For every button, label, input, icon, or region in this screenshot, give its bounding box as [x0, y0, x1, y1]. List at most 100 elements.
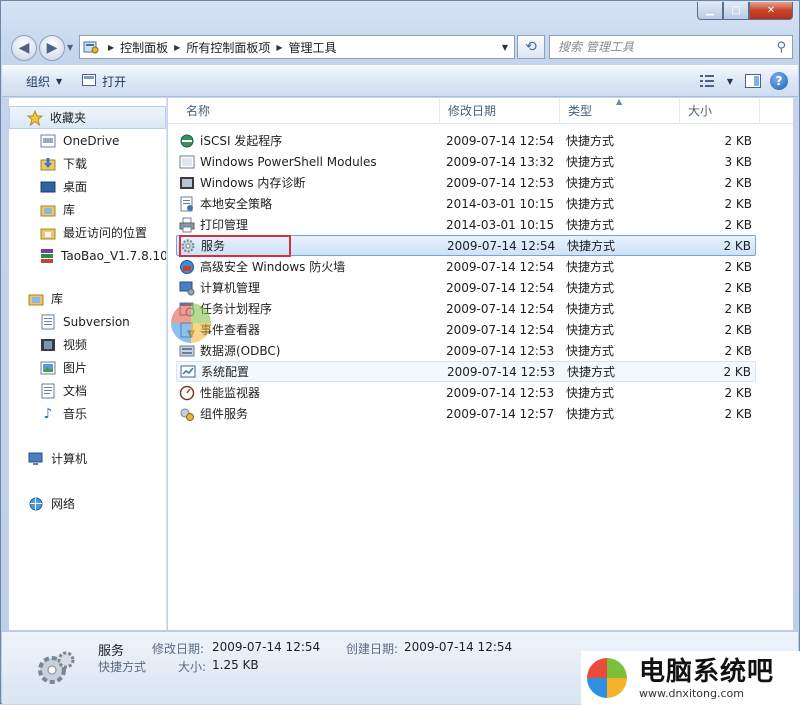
- column-header: 名称 修改日期 类型 大小 ▲: [168, 98, 793, 124]
- table-row[interactable]: 系统配置 2009-07-14 12:53 快捷方式 2 KB: [176, 361, 756, 382]
- nav-item-libraries[interactable]: 库: [9, 198, 166, 221]
- maximize-button[interactable]: □: [723, 2, 749, 20]
- file-date: 2009-07-14 12:53: [447, 364, 556, 379]
- table-row[interactable]: 高级安全 Windows 防火墙 2009-07-14 12:54 快捷方式 2…: [176, 256, 756, 277]
- sort-arrow-icon: ▲: [616, 98, 623, 106]
- toolbar-right: ▼ ?: [696, 70, 798, 92]
- file-name: 高级安全 Windows 防火墙: [200, 260, 346, 274]
- details-created-value: 2009-07-14 12:54: [404, 640, 513, 654]
- help-icon[interactable]: ?: [770, 72, 788, 90]
- breadcrumb-separator-icon[interactable]: ▶: [102, 43, 120, 52]
- nav-item-music[interactable]: ♪ 音乐: [9, 402, 166, 425]
- library-icon: [27, 291, 45, 307]
- nav-item-label: 图片: [63, 361, 88, 375]
- column-size[interactable]: 大小: [680, 98, 760, 124]
- nav-item-recent-places[interactable]: 最近访问的位置: [9, 221, 166, 244]
- breadcrumb-separator-icon[interactable]: ▶: [270, 43, 288, 52]
- file-name: Windows 内存诊断: [200, 176, 306, 190]
- details-modified-value: 2009-07-14 12:54: [212, 640, 321, 654]
- view-options-icon[interactable]: [696, 70, 718, 92]
- address-bar[interactable]: ▶ 控制面板 ▶ 所有控制面板项 ▶ 管理工具 ▼: [79, 35, 515, 59]
- file-type: 快捷方式: [567, 365, 616, 379]
- file-size: 2 KB: [723, 238, 751, 253]
- file-size: 2 KB: [724, 280, 752, 295]
- archive-icon: [39, 248, 55, 264]
- firewall-icon: [178, 259, 196, 275]
- breadcrumb-separator-icon[interactable]: ▶: [168, 43, 186, 52]
- nav-item-desktop[interactable]: 桌面: [9, 175, 166, 198]
- back-button[interactable]: ◀: [11, 35, 37, 61]
- details-size-value: 1.25 KB: [212, 658, 259, 672]
- nav-item-subversion[interactable]: Subversion: [9, 310, 166, 333]
- recent-places-icon: [39, 225, 57, 241]
- recent-pages-dropdown[interactable]: ▼: [67, 43, 73, 52]
- file-size: 2 KB: [724, 301, 752, 316]
- table-row[interactable]: 本地安全策略 2014-03-01 10:15 快捷方式 2 KB: [176, 193, 756, 214]
- forward-button[interactable]: ▶: [39, 35, 65, 61]
- column-date[interactable]: 修改日期: [440, 98, 560, 124]
- nav-item-pictures[interactable]: 图片: [9, 356, 166, 379]
- table-row[interactable]: 组件服务 2009-07-14 12:57 快捷方式 2 KB: [176, 403, 756, 424]
- services-gear-icon: [38, 651, 75, 684]
- document-library-icon: [39, 314, 57, 330]
- search-icon[interactable]: ⚲: [776, 40, 786, 55]
- nav-network[interactable]: 网络: [9, 492, 166, 515]
- window-controls: ▁ □ ✕: [697, 2, 793, 20]
- view-dropdown-icon[interactable]: ▼: [724, 70, 736, 92]
- watermark-corner: 电脑系统吧 www.dnxitong.com: [581, 651, 800, 705]
- nav-item-label: Subversion: [63, 314, 130, 329]
- address-dropdown-icon[interactable]: ▼: [496, 43, 514, 52]
- nav-item-label: 视频: [63, 338, 88, 352]
- file-name: 本地安全策略: [200, 197, 273, 211]
- file-type: 快捷方式: [566, 344, 615, 358]
- watermark-logo-icon: [171, 303, 211, 343]
- minimize-button[interactable]: ▁: [697, 2, 723, 20]
- nav-item-videos[interactable]: 视频: [9, 333, 166, 356]
- breadcrumb-admin-tools[interactable]: 管理工具: [289, 39, 337, 56]
- file-name: 组件服务: [200, 407, 249, 421]
- table-row[interactable]: 打印管理 2014-03-01 10:15 快捷方式 2 KB: [176, 214, 756, 235]
- system-config-icon: [179, 364, 197, 380]
- nav-item-documents[interactable]: 文档: [9, 379, 166, 402]
- nav-favorites[interactable]: 收藏夹: [9, 106, 166, 129]
- breadcrumb-all-items[interactable]: 所有控制面板项: [186, 39, 270, 56]
- file-size: 2 KB: [723, 364, 751, 379]
- file-date: 2009-07-14 12:53: [446, 343, 555, 358]
- preview-pane-icon[interactable]: [742, 70, 764, 92]
- organize-button[interactable]: 组织 ▼: [16, 69, 72, 93]
- breadcrumb-control-panel[interactable]: 控制面板: [120, 39, 168, 56]
- close-button[interactable]: ✕: [749, 2, 793, 20]
- file-type: 快捷方式: [566, 155, 615, 169]
- nav-item-label: 库: [63, 203, 76, 217]
- file-type: 快捷方式: [566, 302, 615, 316]
- nav-computer[interactable]: 计算机: [9, 447, 166, 470]
- explorer-window: ▁ □ ✕ ◀ ▶ ▼ ▶ 控制面板 ▶ 所有控制面板项 ▶ 管理工具 ▼ ⟲ …: [0, 0, 800, 705]
- open-button[interactable]: 打开: [72, 69, 136, 93]
- column-name[interactable]: 名称: [178, 98, 440, 124]
- table-row[interactable]: 性能监视器 2009-07-14 12:53 快捷方式 2 KB: [176, 382, 756, 403]
- memory-icon: [178, 175, 196, 191]
- refresh-icon: ⟲: [525, 39, 537, 55]
- table-row[interactable]: Windows 内存诊断 2009-07-14 12:53 快捷方式 2 KB: [176, 172, 756, 193]
- dropdown-arrow-icon: ▼: [56, 76, 63, 86]
- star-icon: [26, 109, 44, 126]
- nav-item-downloads[interactable]: 下载: [9, 152, 166, 175]
- nav-libraries-label: 库: [51, 292, 64, 306]
- desktop-icon: [39, 179, 57, 195]
- powershell-icon: [178, 154, 196, 170]
- nav-item-taobao[interactable]: TaoBao_V1.7.8.10_: [9, 244, 166, 267]
- table-row[interactable]: Windows PowerShell Modules 2009-07-14 13…: [176, 151, 756, 172]
- details-created-label: 创建日期:: [346, 642, 399, 656]
- nav-item-onedrive[interactable]: OneDrive: [9, 129, 166, 152]
- table-row[interactable]: iSCSI 发起程序 2009-07-14 12:54 快捷方式 2 KB: [176, 130, 756, 151]
- component-services-icon: [178, 406, 196, 422]
- file-date: 2009-07-14 12:54: [446, 280, 555, 295]
- nav-libraries[interactable]: 库: [9, 287, 166, 310]
- performance-monitor-icon: [178, 385, 196, 401]
- file-list: 名称 修改日期 类型 大小 ▲ iSCSI 发起程序 2009-07-14 12…: [168, 98, 793, 630]
- search-input[interactable]: [558, 40, 758, 54]
- file-type: 快捷方式: [566, 260, 615, 274]
- refresh-button[interactable]: ⟲: [517, 35, 545, 59]
- nav-item-label: TaoBao_V1.7.8.10_: [61, 248, 167, 263]
- file-date: 2009-07-14 12:53: [446, 385, 555, 400]
